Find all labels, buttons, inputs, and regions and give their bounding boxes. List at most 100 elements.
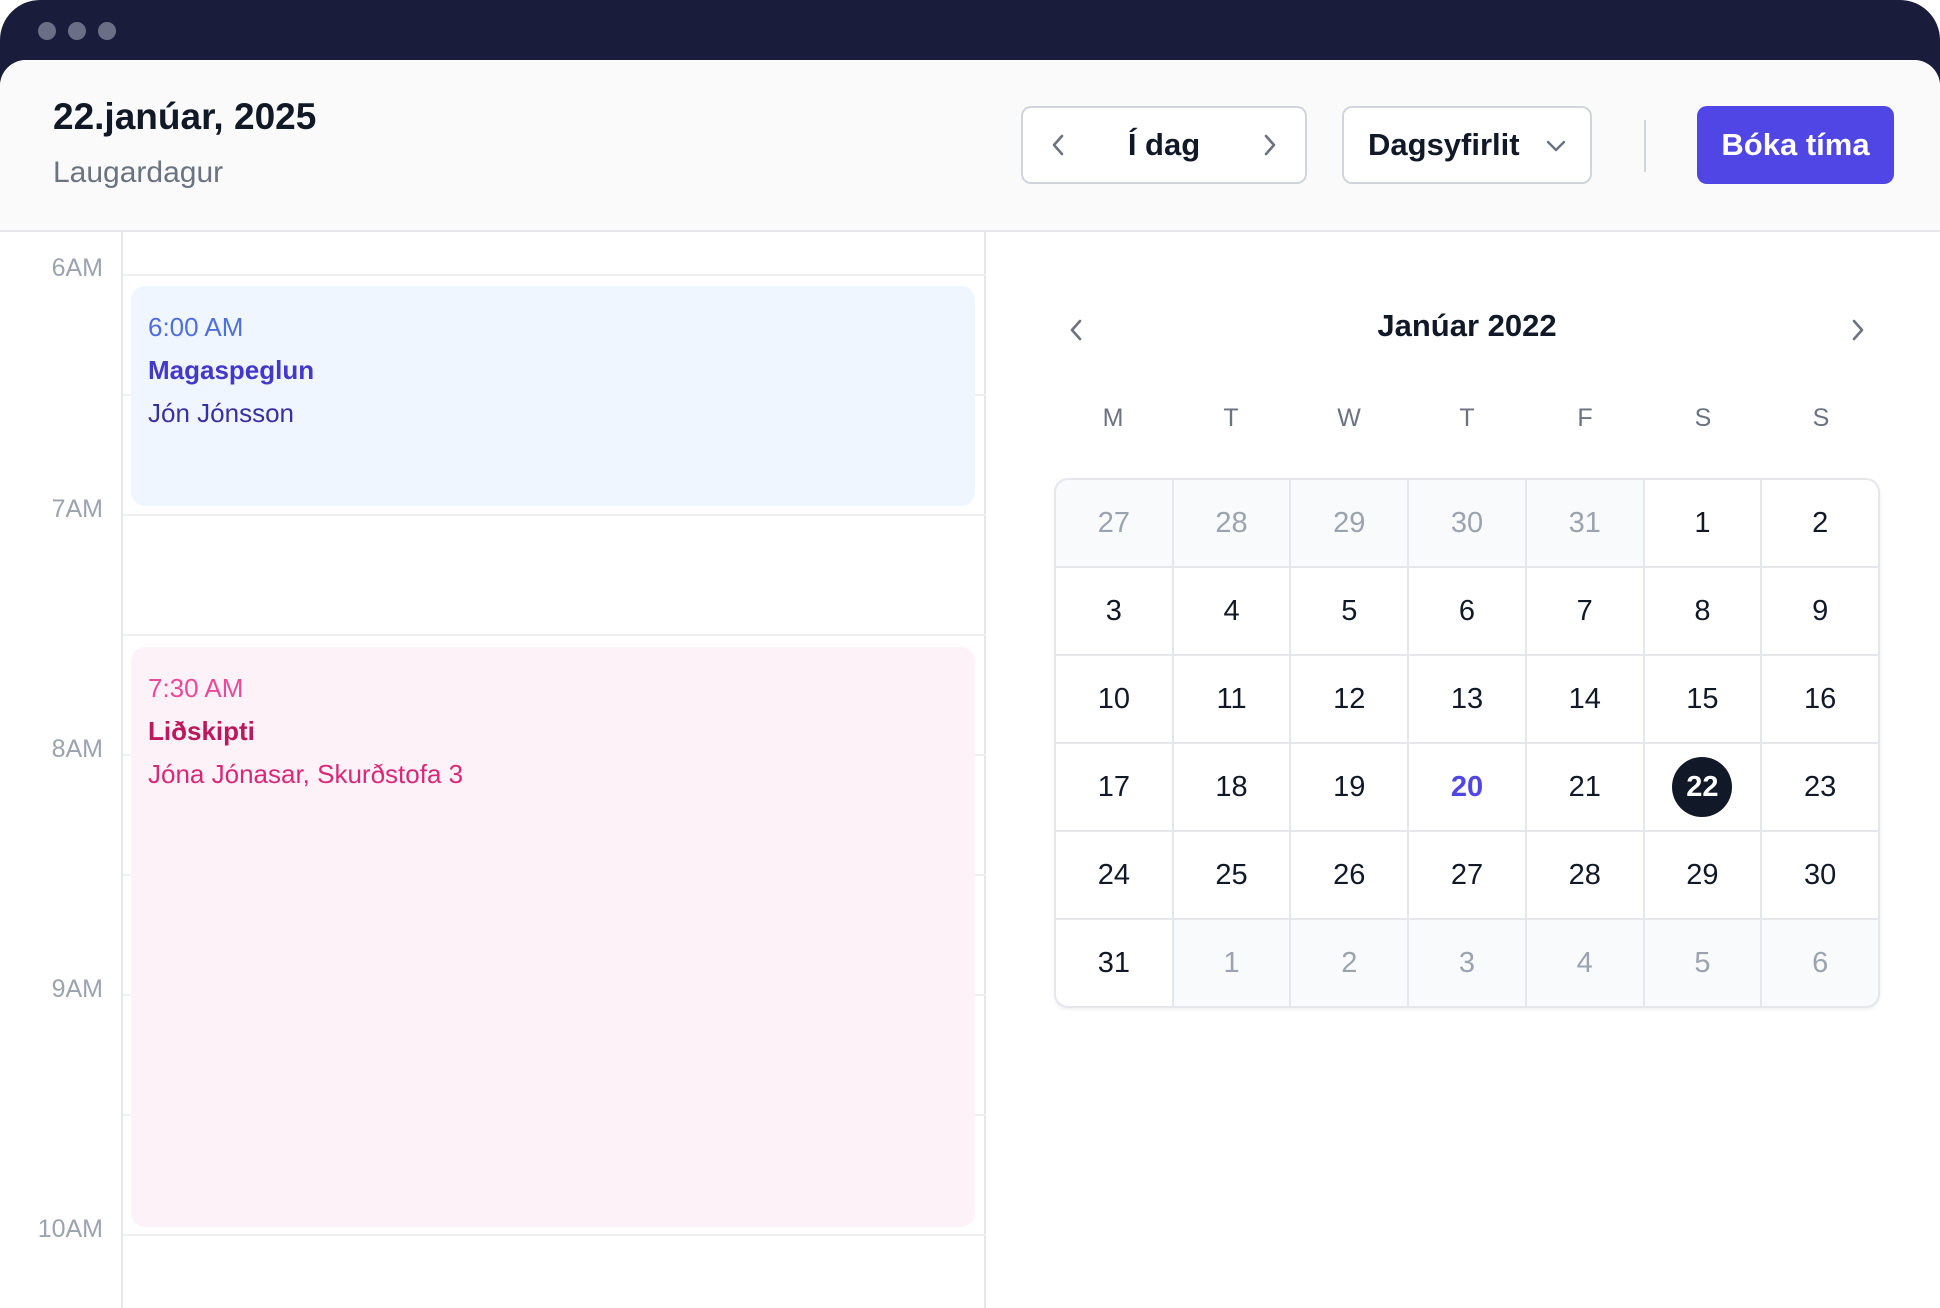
event-title: Magaspeglun	[148, 355, 315, 385]
calendar-day[interactable]: 9	[1762, 568, 1878, 654]
previous-month-button[interactable]	[1054, 308, 1098, 352]
calendar-header: 22.janúar, 2025 Laugardagur Í dag Dagsyf…	[0, 60, 1940, 232]
day-number: 24	[1097, 858, 1130, 891]
calendar-day[interactable]: 16	[1762, 656, 1878, 742]
calendar-day[interactable]: 5	[1291, 568, 1408, 654]
hour-label: 8AM	[51, 735, 103, 763]
calendar-day[interactable]: 10	[1056, 656, 1172, 742]
day-number: 28	[1215, 506, 1248, 539]
day-number: 2	[1341, 946, 1358, 979]
chevron-right-icon	[1264, 134, 1276, 156]
day-number: 4	[1576, 946, 1593, 979]
calendar-day[interactable]: 30	[1762, 832, 1878, 918]
day-name: Laugardagur	[53, 156, 224, 189]
event-time: 7:30 AM	[148, 673, 244, 703]
calendar-day[interactable]: 2	[1762, 480, 1878, 566]
weekday-label: W	[1337, 404, 1361, 432]
day-number: 19	[1333, 770, 1366, 803]
day-number: 27	[1450, 858, 1484, 891]
day-number: 4	[1223, 594, 1240, 627]
calendar-day[interactable]: 6	[1762, 920, 1878, 1006]
hour-line	[123, 1234, 986, 1236]
calendar-day[interactable]: 29	[1644, 832, 1761, 918]
today-button[interactable]: Í dag	[1093, 108, 1235, 182]
day-number: 31	[1097, 946, 1130, 979]
calendar-day[interactable]: 8	[1644, 568, 1761, 654]
date-navigator: Í dag	[1021, 106, 1307, 184]
calendar-day[interactable]: 25	[1173, 832, 1290, 918]
window-dot-icon[interactable]	[38, 22, 56, 40]
day-number: 29	[1686, 858, 1719, 891]
calendar-day[interactable]: 15	[1644, 656, 1761, 742]
next-day-button[interactable]	[1235, 108, 1305, 182]
page-title: 22.janúar, 2025	[53, 96, 317, 137]
calendar-day[interactable]: 30	[1409, 480, 1525, 566]
view-select-label: Dagsyfirlit	[1368, 127, 1520, 162]
weekday-label: M	[1102, 404, 1124, 432]
window-dot-icon[interactable]	[68, 22, 86, 40]
weekday-label: T	[1459, 404, 1475, 432]
view-select[interactable]: Dagsyfirlit	[1342, 106, 1592, 184]
calendar-day[interactable]: 23	[1762, 744, 1878, 830]
calendar-day[interactable]: 24	[1056, 832, 1172, 918]
day-number: 1	[1223, 946, 1240, 979]
day-number: 13	[1450, 682, 1484, 715]
day-number: 6	[1812, 946, 1829, 979]
event-card[interactable]: 7:30 AM Liðskipti Jóna Jónasar, Skurðsto…	[131, 647, 975, 1227]
weekday-label: S	[1694, 404, 1712, 432]
day-number: 31	[1568, 506, 1601, 539]
calendar-day[interactable]: 29	[1291, 480, 1408, 566]
hour-label: 7AM	[51, 495, 103, 523]
calendar-day[interactable]: 12	[1291, 656, 1408, 742]
calendar-day[interactable]: 13	[1409, 656, 1525, 742]
day-number: 3	[1105, 594, 1122, 627]
book-appointment-button[interactable]: Bóka tíma	[1697, 106, 1894, 184]
day-number: 21	[1568, 770, 1601, 803]
chevron-down-icon	[1546, 140, 1566, 152]
hour-label: 6AM	[51, 254, 103, 282]
event-card[interactable]: 6:00 AM Magaspeglun Jón Jónsson	[131, 286, 975, 506]
calendar-day[interactable]: 31	[1056, 920, 1172, 1006]
weekday-label: T	[1223, 404, 1239, 432]
calendar-day[interactable]: 1	[1173, 920, 1290, 1006]
calendar-day[interactable]: 18	[1173, 744, 1290, 830]
calendar-day[interactable]: 2	[1291, 920, 1408, 1006]
day-number: 20	[1450, 770, 1484, 803]
calendar-day[interactable]: 5	[1644, 920, 1761, 1006]
event-subtitle: Jóna Jónasar, Skurðstofa 3	[148, 759, 464, 789]
day-number: 5	[1694, 946, 1711, 979]
calendar-day[interactable]: 27	[1056, 480, 1172, 566]
calendar-day[interactable]: 26	[1291, 832, 1408, 918]
previous-day-button[interactable]	[1023, 108, 1093, 182]
calendar-day[interactable]: 21	[1526, 744, 1643, 830]
calendar-day[interactable]: 3	[1409, 920, 1525, 1006]
calendar-day-today[interactable]: 20	[1409, 744, 1525, 830]
day-number: 17	[1097, 770, 1130, 803]
calendar-day[interactable]: 4	[1526, 920, 1643, 1006]
calendar-day[interactable]: 28	[1173, 480, 1290, 566]
calendar-day[interactable]: 17	[1056, 744, 1172, 830]
calendar-day-selected[interactable]: 22	[1644, 744, 1761, 830]
calendar-day[interactable]: 28	[1526, 832, 1643, 918]
calendar-grid: 27 28 29 30 31 1 2 3 4 5 6 7 8 9 10 11 1…	[1054, 478, 1880, 1008]
calendar-day[interactable]: 31	[1526, 480, 1643, 566]
header-divider	[1644, 120, 1646, 172]
window-dot-icon[interactable]	[98, 22, 116, 40]
calendar-month-header: Janúar 2022	[1054, 308, 1880, 352]
day-number: 25	[1215, 858, 1248, 891]
day-number: 30	[1804, 858, 1837, 891]
calendar-day[interactable]: 11	[1173, 656, 1290, 742]
mini-calendar: Janúar 2022 M T W T F S S 27 28 29 30 31…	[1054, 308, 1880, 1008]
calendar-day[interactable]: 27	[1409, 832, 1525, 918]
calendar-day[interactable]: 1	[1644, 480, 1761, 566]
event-title: Liðskipti	[148, 716, 255, 746]
calendar-day[interactable]: 4	[1173, 568, 1290, 654]
day-number: 9	[1812, 594, 1829, 627]
next-month-button[interactable]	[1836, 308, 1880, 352]
day-number: 28	[1568, 858, 1601, 891]
calendar-day[interactable]: 7	[1526, 568, 1643, 654]
calendar-day[interactable]: 6	[1409, 568, 1525, 654]
calendar-day[interactable]: 14	[1526, 656, 1643, 742]
calendar-day[interactable]: 19	[1291, 744, 1408, 830]
calendar-day[interactable]: 3	[1056, 568, 1172, 654]
